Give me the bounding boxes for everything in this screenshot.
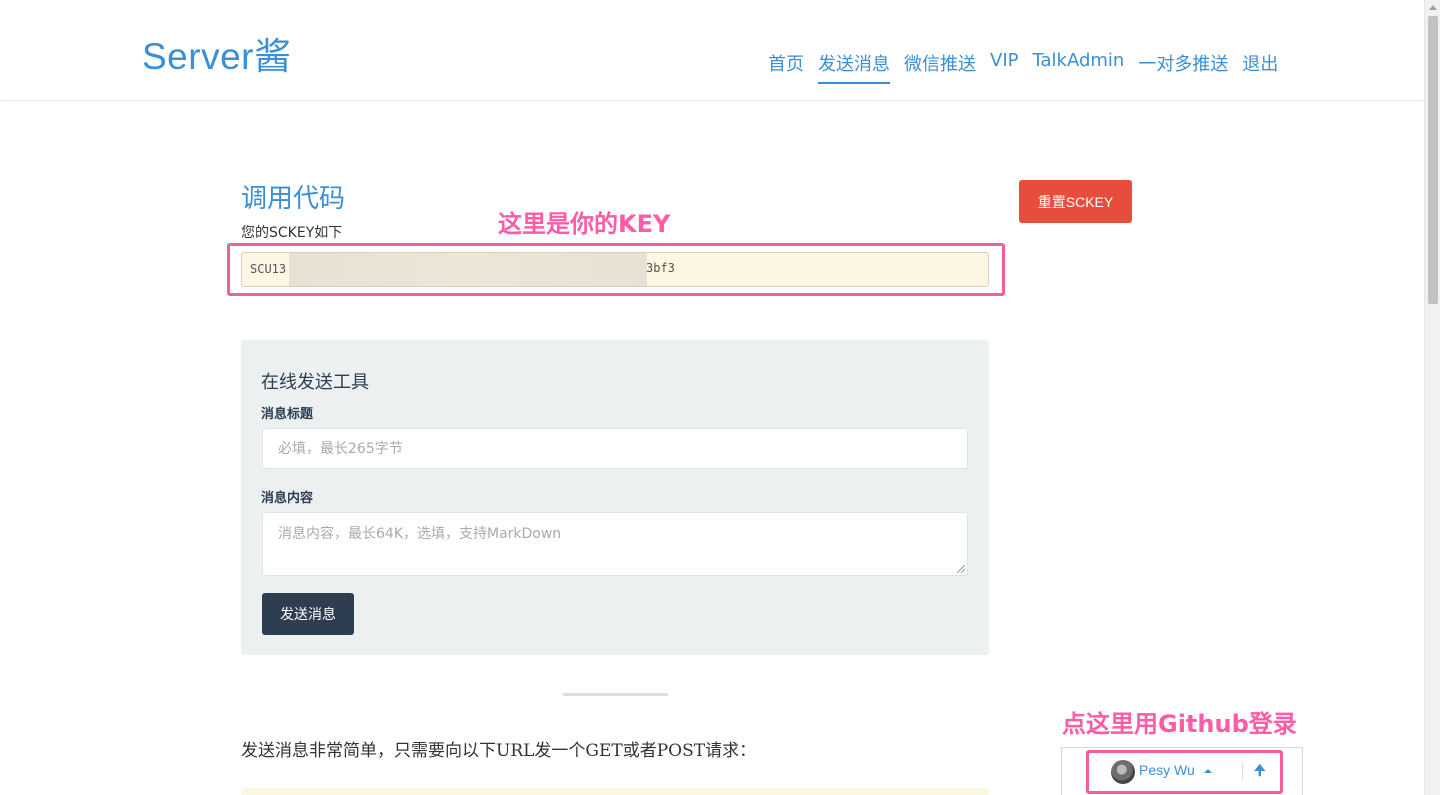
github-highlight-box (1086, 750, 1283, 794)
sckey-label: 您的SCKEY如下 (241, 225, 343, 241)
github-annotation: 点这里用Github登录 (1062, 710, 1297, 738)
nav-send-message[interactable]: 发送消息 (818, 50, 890, 84)
site-header: Server酱 首页 发送消息 微信推送 VIP TalkAdmin 一对多推送… (0, 0, 1424, 101)
main-nav: 首页 发送消息 微信推送 VIP TalkAdmin 一对多推送 退出 (768, 50, 1278, 84)
panel-title: 在线发送工具 (261, 372, 369, 393)
nav-home[interactable]: 首页 (768, 50, 804, 84)
key-highlight-box (227, 243, 1005, 296)
message-content-textarea[interactable]: 消息内容，最长64K，选填，支持MarkDown (262, 512, 968, 576)
page-scrollbar[interactable] (1424, 0, 1440, 795)
title-label: 消息标题 (261, 407, 314, 422)
nav-vip[interactable]: VIP (990, 50, 1018, 84)
code-block (241, 788, 989, 795)
brand-logo[interactable]: Server酱 (142, 26, 291, 80)
reset-sckey-button[interactable]: 重置SCKEY (1019, 180, 1132, 223)
nav-logout[interactable]: 退出 (1242, 50, 1278, 84)
nav-wechat-push[interactable]: 微信推送 (904, 50, 976, 84)
message-title-input[interactable]: 必填，最长265字节 (262, 428, 968, 469)
scroll-up-icon[interactable] (1429, 5, 1437, 10)
content-label: 消息内容 (261, 491, 314, 506)
nav-one-to-many[interactable]: 一对多推送 (1138, 50, 1228, 84)
send-tool-panel: 在线发送工具 消息标题 必填，最长265字节 消息内容 消息内容，最长64K，选… (241, 340, 989, 655)
intro-text: 发送消息非常简单，只需要向以下URL发一个GET或者POST请求： (241, 741, 757, 761)
resize-grip-icon[interactable] (957, 565, 965, 573)
scrollbar-thumb[interactable] (1428, 16, 1438, 304)
key-annotation: 这里是你的KEY (498, 210, 671, 238)
content-placeholder: 消息内容，最长64K，选填，支持MarkDown (278, 526, 562, 542)
divider (563, 693, 668, 696)
section-title: 调用代码 (241, 184, 346, 214)
nav-talkadmin[interactable]: TalkAdmin (1032, 50, 1124, 84)
send-message-button[interactable]: 发送消息 (262, 593, 354, 635)
